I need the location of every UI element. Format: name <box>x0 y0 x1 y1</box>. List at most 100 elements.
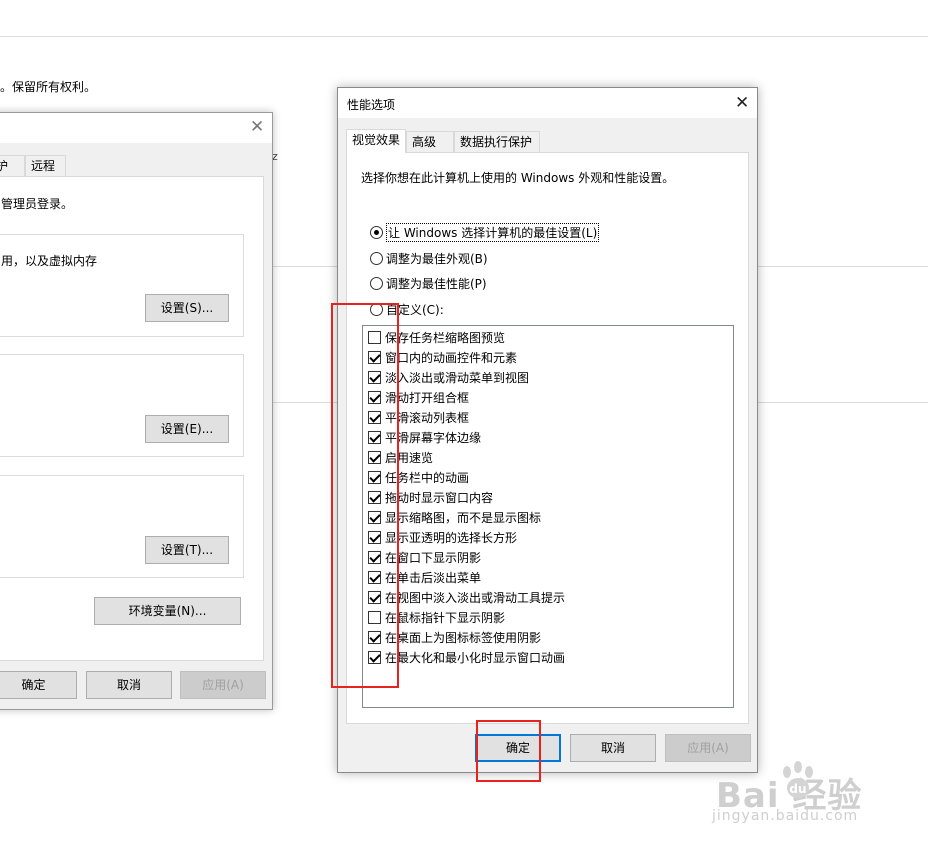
performance-options-dialog: 性能选项 ✕ 视觉效果 高级 数据执行保护 选择你想在此计算机上使用的 Wind… <box>337 87 758 773</box>
list-item[interactable]: 保存任务栏缩略图预览 <box>368 328 505 346</box>
copyright-text: 。保留所有权利。 <box>0 80 97 94</box>
apply-button[interactable]: 应用(A) <box>180 671 266 699</box>
title-bar: 性能选项 ✕ <box>338 88 757 118</box>
checkbox[interactable] <box>368 430 381 444</box>
list-item[interactable]: 在单击后淡出菜单 <box>368 568 481 586</box>
page-divider <box>0 36 928 37</box>
page-divider <box>755 402 928 403</box>
visual-effects-list[interactable]: 保存任务栏缩略图预览 窗口内的动画控件和元素 淡入淡出或滑动菜单到视图 滑动打开… <box>362 325 734 708</box>
list-item[interactable]: 在视图中淡入淡出或滑动工具提示 <box>368 588 565 606</box>
radio-label: 调整为最佳性能(P) <box>386 276 487 291</box>
user-profiles-settings-button[interactable]: 设置(E)... <box>145 415 229 443</box>
checkbox[interactable] <box>368 410 381 424</box>
checkbox[interactable] <box>368 370 381 384</box>
list-item[interactable]: 显示亚透明的选择长方形 <box>368 528 517 546</box>
radio-best-performance[interactable]: 调整为最佳性能(P) <box>370 274 487 292</box>
radio-label: 自定义(C): <box>386 302 444 317</box>
list-item[interactable]: 任务栏中的动画 <box>368 468 469 486</box>
svg-text:du: du <box>789 782 806 796</box>
page-divider <box>272 266 338 267</box>
cancel-button[interactable]: 取消 <box>86 671 172 699</box>
ok-button[interactable]: 确定 <box>475 734 561 762</box>
advanced-tab-panel: 管理员登录。 用，以及虚拟内存 设置(S)... 设置(E)... 设置(T).… <box>0 176 264 661</box>
watermark-url: jingyan.baidu.com <box>712 808 859 824</box>
option-label: 保存任务栏缩略图预览 <box>385 330 506 345</box>
list-item[interactable]: 拖动时显示窗口内容 <box>368 488 493 506</box>
page-divider <box>272 402 338 403</box>
checkbox[interactable] <box>368 610 381 624</box>
checkbox[interactable] <box>368 470 381 484</box>
option-label: 平滑滚动列表框 <box>385 410 470 425</box>
cancel-button[interactable]: 取消 <box>570 734 656 762</box>
option-label: 在视图中淡入淡出或滑动工具提示 <box>385 590 566 605</box>
option-label: 平滑屏幕字体边缘 <box>385 430 482 445</box>
close-icon[interactable]: ✕ <box>250 119 264 136</box>
tab-remote[interactable]: 远程 <box>25 155 66 177</box>
list-item[interactable]: 在鼠标指针下显示阴影 <box>368 608 505 626</box>
radio-button[interactable] <box>370 225 383 239</box>
dialog-title: 性能选项 <box>347 98 396 112</box>
tab-advanced[interactable]: 高级 <box>406 131 454 153</box>
radio-button[interactable] <box>370 276 383 290</box>
checkbox[interactable] <box>368 490 381 504</box>
checkbox[interactable] <box>368 530 381 544</box>
option-label: 滑动打开组合框 <box>385 390 470 405</box>
option-label: 显示亚透明的选择长方形 <box>385 530 518 545</box>
list-item[interactable]: 在桌面上为图标标签使用阴影 <box>368 628 541 646</box>
option-label: 淡入淡出或滑动菜单到视图 <box>385 370 530 385</box>
list-item[interactable]: 淡入淡出或滑动菜单到视图 <box>368 368 529 386</box>
checkbox[interactable] <box>368 590 381 604</box>
radio-best-appearance[interactable]: 调整为最佳外观(B) <box>370 249 488 267</box>
title-bar <box>0 113 272 143</box>
option-label: 启用速览 <box>385 450 434 465</box>
option-label: 在窗口下显示阴影 <box>385 550 482 565</box>
tab-protection[interactable]: 护 <box>0 155 25 177</box>
checkbox[interactable] <box>368 630 381 644</box>
checkbox[interactable] <box>368 330 381 344</box>
close-icon[interactable]: ✕ <box>735 95 749 112</box>
performance-settings-button[interactable]: 设置(S)... <box>145 294 229 322</box>
intro-text: 选择你想在此计算机上使用的 Windows 外观和性能设置。 <box>361 171 675 185</box>
environment-variables-button[interactable]: 环境变量(N)... <box>94 597 241 625</box>
radio-button[interactable] <box>370 251 383 265</box>
checkbox[interactable] <box>368 450 381 464</box>
admin-note: 管理员登录。 <box>1 197 74 211</box>
checkbox[interactable] <box>368 350 381 364</box>
list-item[interactable]: 滑动打开组合框 <box>368 388 469 406</box>
startup-settings-button[interactable]: 设置(T)... <box>145 536 229 564</box>
checkbox[interactable] <box>368 650 381 664</box>
radio-label: 调整为最佳外观(B) <box>386 251 488 266</box>
page-divider <box>755 266 928 267</box>
startup-recovery-group: 设置(T)... <box>0 475 244 578</box>
radio-let-windows-choose[interactable]: 让 Windows 选择计算机的最佳设置(L) <box>370 222 600 242</box>
list-item[interactable]: 窗口内的动画控件和元素 <box>368 348 517 366</box>
option-label: 显示缩略图，而不是显示图标 <box>385 510 542 525</box>
radio-button[interactable] <box>370 302 383 316</box>
list-item[interactable]: 在最大化和最小化时显示窗口动画 <box>368 648 565 666</box>
performance-description: 用，以及虚拟内存 <box>1 254 98 268</box>
list-item[interactable]: 显示缩略图，而不是显示图标 <box>368 508 541 526</box>
option-label: 在桌面上为图标标签使用阴影 <box>385 630 542 645</box>
user-profiles-group: 设置(E)... <box>0 354 244 457</box>
performance-group: 用，以及虚拟内存 设置(S)... <box>0 234 244 337</box>
list-item[interactable]: 启用速览 <box>368 448 433 466</box>
apply-button[interactable]: 应用(A) <box>665 734 751 762</box>
option-label: 窗口内的动画控件和元素 <box>385 350 518 365</box>
list-item[interactable]: 平滑滚动列表框 <box>368 408 469 426</box>
radio-custom[interactable]: 自定义(C): <box>370 300 444 318</box>
option-label: 任务栏中的动画 <box>385 470 470 485</box>
tab-data-execution-prevention[interactable]: 数据执行保护 <box>454 131 540 153</box>
visual-effects-panel: 选择你想在此计算机上使用的 Windows 外观和性能设置。 让 Windows… <box>346 152 749 724</box>
list-item[interactable]: 平滑屏幕字体边缘 <box>368 428 481 446</box>
list-item[interactable]: 在窗口下显示阴影 <box>368 548 481 566</box>
option-label: 在鼠标指针下显示阴影 <box>385 610 506 625</box>
checkbox[interactable] <box>368 390 381 404</box>
system-properties-dialog: ✕ 护 远程 管理员登录。 用，以及虚拟内存 设置(S)... 设置(E)...… <box>0 112 273 710</box>
tab-visual-effects[interactable]: 视觉效果 <box>346 129 406 153</box>
option-label: 在单击后淡出菜单 <box>385 570 482 585</box>
checkbox[interactable] <box>368 510 381 524</box>
checkbox[interactable] <box>368 550 381 564</box>
checkbox[interactable] <box>368 570 381 584</box>
option-label: 在最大化和最小化时显示窗口动画 <box>385 650 566 665</box>
ok-button[interactable]: 确定 <box>0 671 77 699</box>
